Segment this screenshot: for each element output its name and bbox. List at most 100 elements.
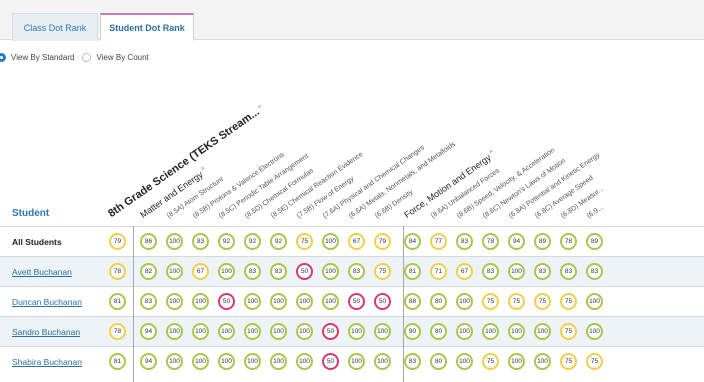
score-dot[interactable]: 100: [456, 323, 473, 340]
score-dot[interactable]: 67: [348, 233, 365, 250]
score-dot[interactable]: 80: [430, 293, 447, 310]
score-dot[interactable]: 100: [586, 323, 603, 340]
score-dot[interactable]: 100: [270, 353, 287, 370]
score-dot[interactable]: 83: [348, 263, 365, 280]
tab-student-dot-rank[interactable]: Student Dot Rank: [100, 13, 194, 41]
score-dot[interactable]: 100: [166, 323, 183, 340]
score-dot[interactable]: 83: [140, 293, 157, 310]
score-dot[interactable]: 80: [430, 353, 447, 370]
score-dot[interactable]: 100: [270, 323, 287, 340]
score-dot[interactable]: 78: [560, 233, 577, 250]
score-dot[interactable]: 50: [348, 293, 365, 310]
score-dot[interactable]: 84: [404, 233, 421, 250]
score-dot[interactable]: 78: [109, 323, 126, 340]
view-by-standard-radio[interactable]: [0, 52, 6, 62]
score-dot[interactable]: 83: [404, 353, 421, 370]
score-dot[interactable]: 100: [508, 323, 525, 340]
score-dot[interactable]: 94: [508, 233, 525, 250]
score-dot[interactable]: 94: [140, 353, 157, 370]
score-dot[interactable]: 100: [322, 233, 339, 250]
score-dot[interactable]: 75: [374, 263, 391, 280]
score-dot[interactable]: 88: [404, 293, 421, 310]
score-dot[interactable]: 100: [508, 353, 525, 370]
score-dot[interactable]: 100: [296, 293, 313, 310]
score-dot[interactable]: 100: [166, 233, 183, 250]
score-dot[interactable]: 75: [560, 353, 577, 370]
score-dot[interactable]: 75: [560, 323, 577, 340]
score-dot[interactable]: 83: [244, 263, 261, 280]
score-dot[interactable]: 100: [244, 353, 261, 370]
score-dot[interactable]: 100: [166, 293, 183, 310]
score-dot[interactable]: 79: [109, 233, 126, 250]
score-dot[interactable]: 79: [374, 233, 391, 250]
view-by-count-radio[interactable]: [82, 52, 92, 62]
score-dot[interactable]: 50: [218, 293, 235, 310]
student-column-header[interactable]: Student: [12, 208, 49, 219]
score-dot[interactable]: 50: [296, 263, 313, 280]
score-dot[interactable]: 100: [482, 323, 499, 340]
score-dot[interactable]: 89: [534, 233, 551, 250]
score-dot[interactable]: 75: [586, 353, 603, 370]
score-dot[interactable]: 100: [192, 293, 209, 310]
score-dot[interactable]: 81: [109, 353, 126, 370]
score-dot[interactable]: 83: [482, 263, 499, 280]
score-dot[interactable]: 100: [244, 293, 261, 310]
score-dot[interactable]: 89: [586, 233, 603, 250]
score-dot[interactable]: 77: [430, 233, 447, 250]
score-dot[interactable]: 100: [456, 353, 473, 370]
score-dot[interactable]: 75: [534, 293, 551, 310]
score-dot[interactable]: 83: [456, 233, 473, 250]
score-dot[interactable]: 100: [374, 323, 391, 340]
score-dot[interactable]: 100: [348, 323, 365, 340]
column-header[interactable]: (6.9...: [586, 204, 605, 220]
score-dot[interactable]: 50: [322, 323, 339, 340]
score-dot[interactable]: 80: [430, 323, 447, 340]
score-dot[interactable]: 100: [322, 293, 339, 310]
score-dot[interactable]: 100: [218, 323, 235, 340]
score-dot[interactable]: 100: [244, 323, 261, 340]
score-dot[interactable]: 100: [296, 353, 313, 370]
score-dot[interactable]: 75: [508, 293, 525, 310]
score-dot[interactable]: 86: [140, 233, 157, 250]
score-dot[interactable]: 83: [270, 263, 287, 280]
score-dot[interactable]: 100: [374, 353, 391, 370]
score-dot[interactable]: 100: [296, 323, 313, 340]
score-dot[interactable]: 94: [140, 323, 157, 340]
score-dot[interactable]: 100: [508, 263, 525, 280]
score-dot[interactable]: 75: [296, 233, 313, 250]
score-dot[interactable]: 92: [218, 233, 235, 250]
score-dot[interactable]: 81: [109, 293, 126, 310]
score-dot[interactable]: 82: [140, 263, 157, 280]
student-name-link[interactable]: Duncan Buchanan: [12, 297, 82, 307]
score-dot[interactable]: 50: [374, 293, 391, 310]
score-dot[interactable]: 100: [166, 353, 183, 370]
score-dot[interactable]: 100: [218, 353, 235, 370]
score-dot[interactable]: 100: [322, 263, 339, 280]
view-by-count-label[interactable]: View By Count: [96, 53, 148, 62]
student-name-link[interactable]: Avett Buchanan: [12, 267, 72, 277]
score-dot[interactable]: 100: [192, 353, 209, 370]
score-dot[interactable]: 100: [270, 293, 287, 310]
tab-class-dot-rank[interactable]: Class Dot Rank: [12, 13, 98, 41]
score-dot[interactable]: 75: [560, 293, 577, 310]
score-dot[interactable]: 100: [586, 293, 603, 310]
score-dot[interactable]: 75: [482, 353, 499, 370]
score-dot[interactable]: 78: [482, 233, 499, 250]
score-dot[interactable]: 67: [456, 263, 473, 280]
score-dot[interactable]: 100: [218, 263, 235, 280]
score-dot[interactable]: 67: [192, 263, 209, 280]
student-name-link[interactable]: Sandro Buchanan: [12, 327, 80, 337]
score-dot[interactable]: 90: [404, 323, 421, 340]
view-by-standard-label[interactable]: View By Standard: [11, 53, 74, 62]
score-dot[interactable]: 71: [430, 263, 447, 280]
score-dot[interactable]: 83: [534, 263, 551, 280]
score-dot[interactable]: 92: [244, 233, 261, 250]
score-dot[interactable]: 81: [404, 263, 421, 280]
student-name-link[interactable]: Shabira Buchanan: [12, 357, 82, 367]
score-dot[interactable]: 83: [586, 263, 603, 280]
score-dot[interactable]: 75: [482, 293, 499, 310]
score-dot[interactable]: 83: [192, 233, 209, 250]
score-dot[interactable]: 78: [109, 263, 126, 280]
score-dot[interactable]: 50: [322, 353, 339, 370]
score-dot[interactable]: 100: [534, 353, 551, 370]
